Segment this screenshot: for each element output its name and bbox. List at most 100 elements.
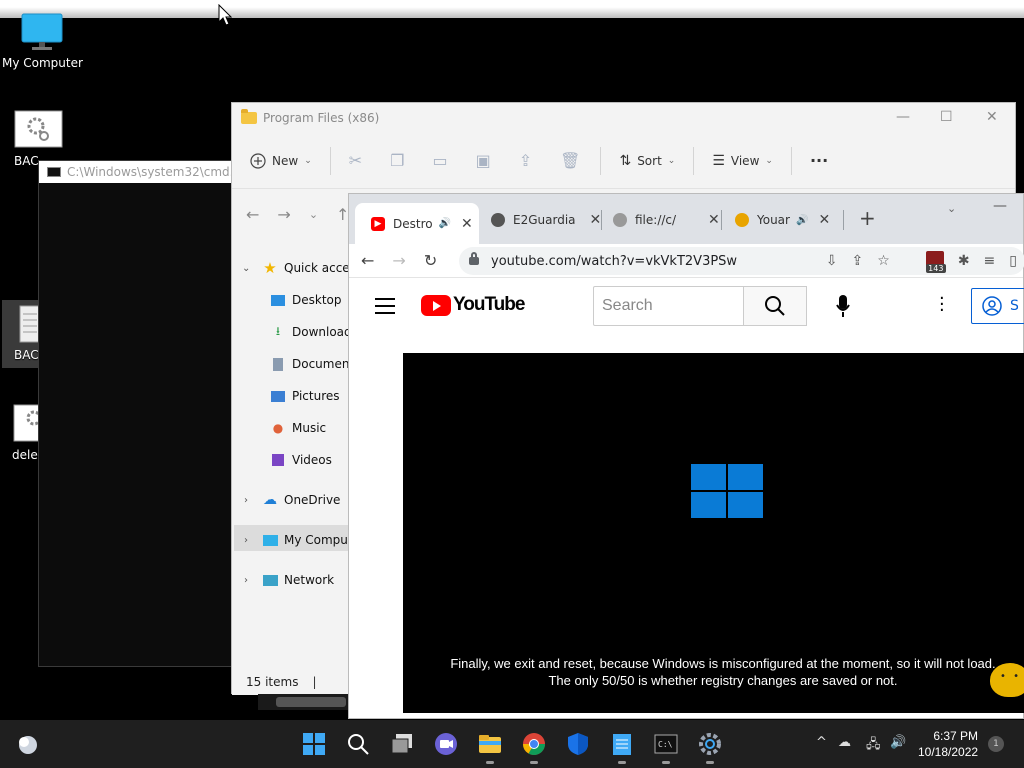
tab-title: file://c/ xyxy=(635,213,677,227)
nav-onedrive[interactable]: ☁ OneDrive xyxy=(262,489,340,511)
media-queue-icon[interactable]: ≡ xyxy=(984,253,996,269)
sign-in-button[interactable]: S xyxy=(971,288,1024,324)
start-button[interactable] xyxy=(302,732,326,756)
tab-title: Destro xyxy=(393,216,433,231)
close-tab-icon[interactable]: ✕ xyxy=(708,212,720,228)
tab-strip: ▶ Destro 🔊 ✕ E2Guardia ✕ file://c/ ✕ You… xyxy=(349,194,1023,244)
star-icon: ★ xyxy=(263,259,277,277)
explorer-title: Program Files (x86) xyxy=(263,111,380,125)
search-input[interactable]: Search xyxy=(593,286,744,326)
videos-icon xyxy=(270,453,286,467)
menu-hamburger-icon[interactable] xyxy=(375,298,395,319)
video-player[interactable]: Finally, we exit and reset, because Wind… xyxy=(403,353,1024,713)
chrome-window[interactable]: ▶ Destro 🔊 ✕ E2Guardia ✕ file://c/ ✕ You… xyxy=(348,193,1024,719)
side-panel-icon[interactable]: ▯ xyxy=(1009,253,1017,269)
chrome-taskbar-button[interactable] xyxy=(522,732,546,764)
nav-music[interactable]: ● Music xyxy=(270,417,326,439)
file-explorer-taskbar-button[interactable] xyxy=(478,732,502,764)
tab-e2guardian[interactable]: E2Guardia ✕ xyxy=(491,208,601,232)
nav-pictures[interactable]: Pictures xyxy=(270,385,340,407)
notification-badge[interactable]: 1 xyxy=(988,736,1004,752)
explorer-title-bar[interactable]: Program Files (x86) — ☐ ✕ xyxy=(232,103,1015,133)
nav-my-computer[interactable]: My Compute xyxy=(262,529,360,551)
toolbar-divider xyxy=(693,146,695,175)
scrollbar-track[interactable] xyxy=(258,694,348,710)
volume-icon[interactable]: 🔊 xyxy=(890,735,906,750)
view-button[interactable]: ☰ View ⌄ xyxy=(712,153,773,169)
tab-search-chevron-icon[interactable]: ⌄ xyxy=(947,202,956,215)
install-app-icon[interactable]: ⇩ xyxy=(826,253,838,269)
tab-youare[interactable]: Youar 🔊 ✕ xyxy=(735,208,830,232)
bookmark-star-icon[interactable]: ☆ xyxy=(877,253,890,269)
minimize-button[interactable]: — xyxy=(993,198,1007,214)
notepad-taskbar-button[interactable] xyxy=(610,732,634,764)
speaker-icon[interactable]: 🔊 xyxy=(796,215,808,226)
recent-chevron-icon[interactable]: ⌄ xyxy=(309,208,318,221)
close-tab-icon[interactable]: ✕ xyxy=(818,212,830,228)
new-tab-button[interactable]: + xyxy=(859,206,876,230)
minimize-button[interactable]: — xyxy=(896,109,910,125)
tab-title: E2Guardia xyxy=(513,213,576,227)
voice-search-button[interactable] xyxy=(825,288,861,324)
close-button[interactable]: ✕ xyxy=(986,109,998,125)
cloud-icon: ☁ xyxy=(263,492,277,508)
forward-arrow-icon[interactable]: → xyxy=(392,251,405,270)
back-arrow-icon[interactable]: ← xyxy=(246,205,259,224)
speaker-icon[interactable]: 🔊 xyxy=(439,218,451,229)
onedrive-offline-icon[interactable]: ☁ xyxy=(838,735,851,750)
system-clock[interactable]: 6:37 PM 10/18/2022 xyxy=(918,728,978,760)
copy-icon[interactable]: ❐ xyxy=(390,151,404,170)
tab-separator xyxy=(601,210,602,230)
scrollbar-thumb[interactable] xyxy=(276,697,346,707)
search-button[interactable] xyxy=(346,732,370,756)
desktop-icon-my-computer[interactable]: My Computer xyxy=(2,12,83,70)
nav-downloads[interactable]: ⭳ Downloads xyxy=(270,321,358,343)
desktop-icon-label: My Computer xyxy=(2,56,83,70)
cmd-title-bar[interactable]: C:\Windows\system32\cmd.ex xyxy=(39,161,237,183)
cmd-taskbar-button[interactable]: C:\ xyxy=(654,732,678,764)
chevron-up-icon[interactable]: ^ xyxy=(816,735,827,750)
desktop-icon-bac-file[interactable]: BAC xyxy=(14,304,40,362)
expand-chevron-icon[interactable]: › xyxy=(244,495,248,506)
puzzle-icon[interactable]: ✱ xyxy=(958,253,970,269)
network-icon xyxy=(262,573,278,587)
teams-chat-button[interactable] xyxy=(434,732,458,756)
share-icon[interactable]: ⇪ xyxy=(519,151,532,170)
extension-badge-icon[interactable]: 143 xyxy=(925,251,946,273)
expand-chevron-icon[interactable]: › xyxy=(244,535,248,546)
tab-youtube-active[interactable]: ▶ Destro 🔊 ✕ xyxy=(355,203,479,244)
paste-icon[interactable]: ▭ xyxy=(432,151,447,170)
expand-chevron-icon[interactable]: › xyxy=(244,575,248,586)
close-tab-icon[interactable]: ✕ xyxy=(461,216,473,232)
reload-icon[interactable]: ↻ xyxy=(424,251,437,270)
network-icon[interactable]: 🖧 xyxy=(866,735,881,757)
expand-chevron-icon[interactable]: ⌄ xyxy=(242,263,250,274)
task-view-button[interactable] xyxy=(390,732,414,756)
new-button[interactable]: New ⌄ xyxy=(250,152,312,169)
security-taskbar-button[interactable] xyxy=(566,732,590,756)
delete-icon[interactable]: 🗑 xyxy=(560,151,580,170)
nav-documents[interactable]: Documen xyxy=(270,353,349,375)
nav-network[interactable]: Network xyxy=(262,569,334,591)
maximize-button[interactable]: ☐ xyxy=(940,109,953,125)
more-vertical-icon[interactable]: · · · xyxy=(939,290,945,320)
tab-file[interactable]: file://c/ ✕ xyxy=(613,208,720,232)
back-arrow-icon[interactable]: ← xyxy=(361,251,374,270)
nav-desktop[interactable]: Desktop xyxy=(270,289,342,311)
sort-button[interactable]: ⇅ Sort ⌄ xyxy=(619,153,675,169)
cmd-window[interactable]: C:\Windows\system32\cmd.ex xyxy=(38,160,238,667)
nav-videos[interactable]: Videos xyxy=(270,449,332,471)
pictures-icon xyxy=(270,389,286,403)
view-label: View xyxy=(730,153,760,168)
search-button[interactable] xyxy=(743,286,807,326)
cut-icon[interactable]: ✂ xyxy=(349,151,362,170)
weather-widget-icon[interactable] xyxy=(16,732,40,756)
rename-icon[interactable]: ▣ xyxy=(476,151,491,170)
share-icon[interactable]: ⇪ xyxy=(852,253,864,269)
forward-arrow-icon[interactable]: → xyxy=(277,205,290,224)
settings-taskbar-button[interactable] xyxy=(698,732,722,764)
youtube-logo[interactable]: YouTube xyxy=(421,294,525,316)
more-options-button[interactable]: ··· xyxy=(810,151,828,170)
close-tab-icon[interactable]: ✕ xyxy=(590,212,602,228)
url-bar[interactable]: youtube.com/watch?v=vkVkT2V3PSw ⇩ ⇪ ☆ 14… xyxy=(459,247,1024,275)
